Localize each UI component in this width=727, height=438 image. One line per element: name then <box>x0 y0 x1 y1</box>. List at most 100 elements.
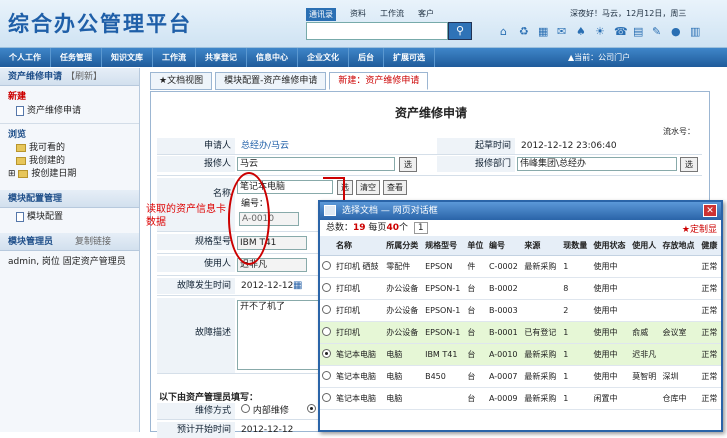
search-icon: ⚲ <box>455 24 465 37</box>
repair-inner-option[interactable]: 内部维修 <box>237 403 289 419</box>
dept-select-button[interactable]: 选 <box>680 157 698 172</box>
table-cell <box>630 387 661 410</box>
copy-link[interactable]: 复制链接 <box>75 237 111 247</box>
search-input[interactable] <box>306 22 448 40</box>
asset-select-button[interactable]: 选 <box>337 180 353 195</box>
table-cell <box>423 387 466 410</box>
table-cell: 最新采购 <box>522 387 562 410</box>
grid-icon[interactable]: ▦ <box>538 26 550 38</box>
tab-module-config[interactable]: 模块配置-资产维修申请 <box>215 72 327 90</box>
recycle-icon[interactable]: ♻ <box>519 26 531 38</box>
note-icon[interactable]: ✎ <box>652 26 664 38</box>
table-row[interactable]: 打印机 办公设备 EPSON-1 台 B-0002 8 使用中 正常 <box>320 277 721 300</box>
expand-icon[interactable]: ⊞ <box>8 169 16 179</box>
page-number[interactable]: 1 <box>413 222 428 234</box>
nav-admin[interactable]: 后台 <box>349 48 384 67</box>
nav-extensions[interactable]: 扩展可选 <box>384 48 435 67</box>
sidebar-item-label: 按创建日期 <box>31 169 77 179</box>
coin-icon[interactable]: ● <box>671 26 683 38</box>
phone-icon[interactable]: ☎ <box>614 26 628 38</box>
table-row[interactable]: 打印机 硒鼓 零配件 EPSON 件 C-0002 最新采购 1 使用中 正常 <box>320 255 721 278</box>
row-radio[interactable] <box>320 321 335 344</box>
nav-tasks[interactable]: 任务管理 <box>51 48 102 67</box>
table-cell: 笔记本电脑 <box>334 387 385 410</box>
book-icon[interactable]: ▥ <box>690 26 702 38</box>
table-cell: 迟非凡 <box>630 343 661 366</box>
mail-icon[interactable]: ✉ <box>557 26 569 38</box>
table-cell: 最新采购 <box>522 343 562 366</box>
table-cell: 2 <box>561 299 592 322</box>
table-row[interactable]: 笔记本电脑 电脑 IBM T41 台 A-0010 最新采购 1 使用中 迟非凡 正常 <box>320 343 721 366</box>
row-radio[interactable] <box>320 387 335 410</box>
expected-value[interactable]: 2012-12-12 <box>237 422 293 438</box>
sidebar: 资产维修申请 【刷新】 新建 资产维修申请 浏览 我可看的 我创建的 ⊞ 按创建日… <box>0 68 140 432</box>
table-cell: 电脑 <box>384 365 424 388</box>
reporter-select-button[interactable]: 选 <box>399 157 417 172</box>
fault-date-value[interactable]: 2012-12-12 <box>237 278 293 294</box>
tab-doc-view[interactable]: ★文档视图 <box>150 72 213 90</box>
tab-new-request[interactable]: 新建：资产维修申请 <box>329 72 429 90</box>
nav-info[interactable]: 信息中心 <box>247 48 298 67</box>
sidebar-item-by-date[interactable]: ⊞ 按创建日期 <box>8 168 139 181</box>
table-cell: 使用中 <box>591 255 631 278</box>
sidebar-item-label: 我创建的 <box>29 156 66 166</box>
table-cell: 台 <box>465 387 487 410</box>
view-button[interactable]: 查看 <box>383 180 407 195</box>
table-cell: B-0001 <box>486 321 523 344</box>
table-body: 打印机 硒鼓 零配件 EPSON 件 C-0002 最新采购 1 使用中 正常 打印机 办公设备 EP… <box>320 255 721 410</box>
table-row[interactable]: 打印机 办公设备 EPSON-1 台 B-0003 2 使用中 正常 <box>320 299 721 322</box>
table-cell <box>660 255 700 278</box>
search-tab-workflow[interactable]: 工作流 <box>380 8 404 21</box>
table-cell: 台 <box>465 299 487 322</box>
search-tab-contacts[interactable]: 通讯录 <box>306 8 336 21</box>
table-cell <box>630 255 661 278</box>
dialog-title: 选择文档 — 网页对话框 <box>342 206 438 216</box>
calendar-icon[interactable]: ▦ <box>293 280 302 291</box>
sidebar-item-module-config[interactable]: 模块配置 <box>8 211 139 224</box>
table-row[interactable]: 笔记本电脑 电脑 台 A-0009 最新采购 1 闲置中 仓库中 正常 <box>320 387 721 410</box>
nav-culture[interactable]: 企业文化 <box>298 48 349 67</box>
applicant-value[interactable]: 总经办/马云 <box>237 138 289 154</box>
table-cell: A-0010 <box>486 343 523 366</box>
table-cell: EPSON-1 <box>423 277 466 300</box>
sun-icon[interactable]: ☀ <box>595 26 607 38</box>
config-section-title: 模块配置管理 <box>0 190 139 208</box>
sidebar-item-viewable[interactable]: 我可看的 <box>8 142 139 155</box>
table-cell: 最新采购 <box>522 365 562 388</box>
reporter-input[interactable]: 马云 <box>237 157 395 171</box>
search-button[interactable]: ⚲ <box>448 22 472 40</box>
sidebar-item-new-request[interactable]: 资产维修申请 <box>8 105 139 118</box>
close-icon[interactable]: ✕ <box>703 204 717 217</box>
row-radio[interactable] <box>320 277 335 300</box>
dialog-titlebar: 选择文档 — 网页对话框 ✕ <box>320 202 721 220</box>
table-cell: C-0002 <box>486 255 523 278</box>
sidebar-item-created[interactable]: 我创建的 <box>8 155 139 168</box>
reporter-label: 报修人 <box>157 156 235 172</box>
nav-personal[interactable]: 个人工作 <box>0 48 51 67</box>
row-radio[interactable] <box>320 365 335 388</box>
shirt-icon[interactable]: ♠ <box>576 26 588 38</box>
custom-display-link[interactable]: ★定制显 <box>682 222 717 238</box>
folder-icon <box>16 156 26 165</box>
dept-input[interactable]: 伟峰集团\总经办 <box>517 157 677 171</box>
row-radio[interactable] <box>320 343 335 366</box>
nav-workflow[interactable]: 工作流 <box>153 48 196 67</box>
nav-shared[interactable]: 共享登记 <box>196 48 247 67</box>
refresh-link[interactable]: 【刷新】 <box>66 72 102 82</box>
table-row[interactable]: 笔记本电脑 电脑 B450 台 A-0007 最新采购 1 使用中 莫智明 深圳 正常 <box>320 365 721 388</box>
nav-knowledge[interactable]: 知识文库 <box>102 48 153 67</box>
column-header: 存放地点 <box>660 236 700 256</box>
document-icon[interactable]: ▤ <box>633 26 645 38</box>
table-row[interactable]: 打印机 办公设备 EPSON-1 台 B-0001 已有登记 1 使用中 俞威 会议室 正常 <box>320 321 721 344</box>
search-tab-customer[interactable]: 客户 <box>418 8 434 21</box>
serial-label: 流水号： <box>663 127 695 136</box>
table-cell: 笔记本电脑 <box>334 365 385 388</box>
row-radio[interactable] <box>320 299 335 322</box>
user-greeting: 深夜好！马云，12月12日，周三 <box>570 9 687 18</box>
row-radio[interactable] <box>320 255 335 278</box>
search-tab-docs[interactable]: 资料 <box>350 8 366 21</box>
home-icon[interactable]: ⌂ <box>500 26 512 38</box>
table-cell: 办公设备 <box>384 299 424 322</box>
admin-title-text: 模块管理员 <box>8 237 54 247</box>
clear-button[interactable]: 清空 <box>356 180 380 195</box>
